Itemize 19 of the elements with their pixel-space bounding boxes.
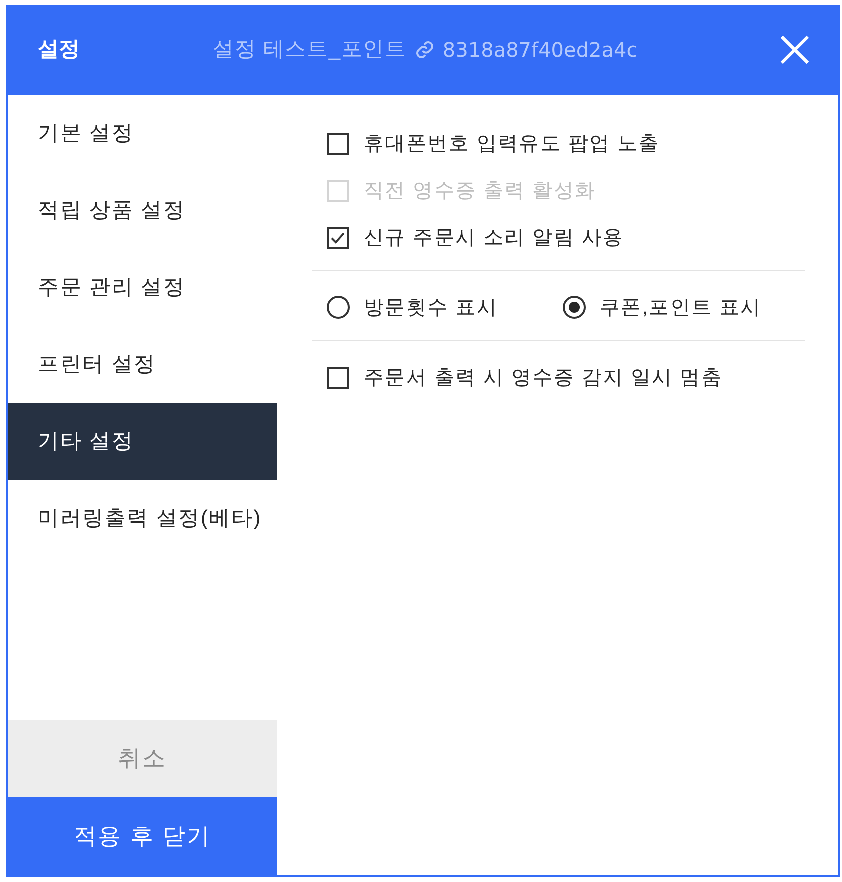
sidebar-item[interactable]: 기타 설정 — [8, 403, 277, 480]
checkbox-label: 휴대폰번호 입력유도 팝업 노출 — [364, 132, 660, 156]
radio-label: 방문횟수 표시 — [364, 296, 498, 320]
checkbox-label: 주문서 출력 시 영수증 감지 일시 멈춤 — [364, 366, 723, 390]
checkbox[interactable] — [327, 226, 349, 248]
window-title: 설정 — [37, 37, 81, 64]
checkbox-label: 직전 영수증 출력 활성화 — [364, 178, 596, 204]
session-code: 8318a87f40ed2a4c — [442, 37, 638, 64]
checkbox-label: 신규 주문시 소리 알림 사용 — [364, 226, 624, 250]
radio-button[interactable] — [563, 296, 586, 319]
close-button[interactable] — [778, 33, 812, 67]
radio-button[interactable] — [327, 296, 350, 319]
checkbox[interactable] — [327, 366, 349, 388]
link-icon — [414, 40, 435, 60]
close-icon — [780, 35, 810, 65]
radio-label: 쿠폰,포인트 표시 — [600, 296, 762, 320]
apply-and-close-button[interactable]: 적용 후 닫기 — [8, 797, 277, 875]
checkbox[interactable] — [327, 132, 349, 154]
window-subtitle: 설정 테스트_포인트 — [213, 37, 407, 64]
